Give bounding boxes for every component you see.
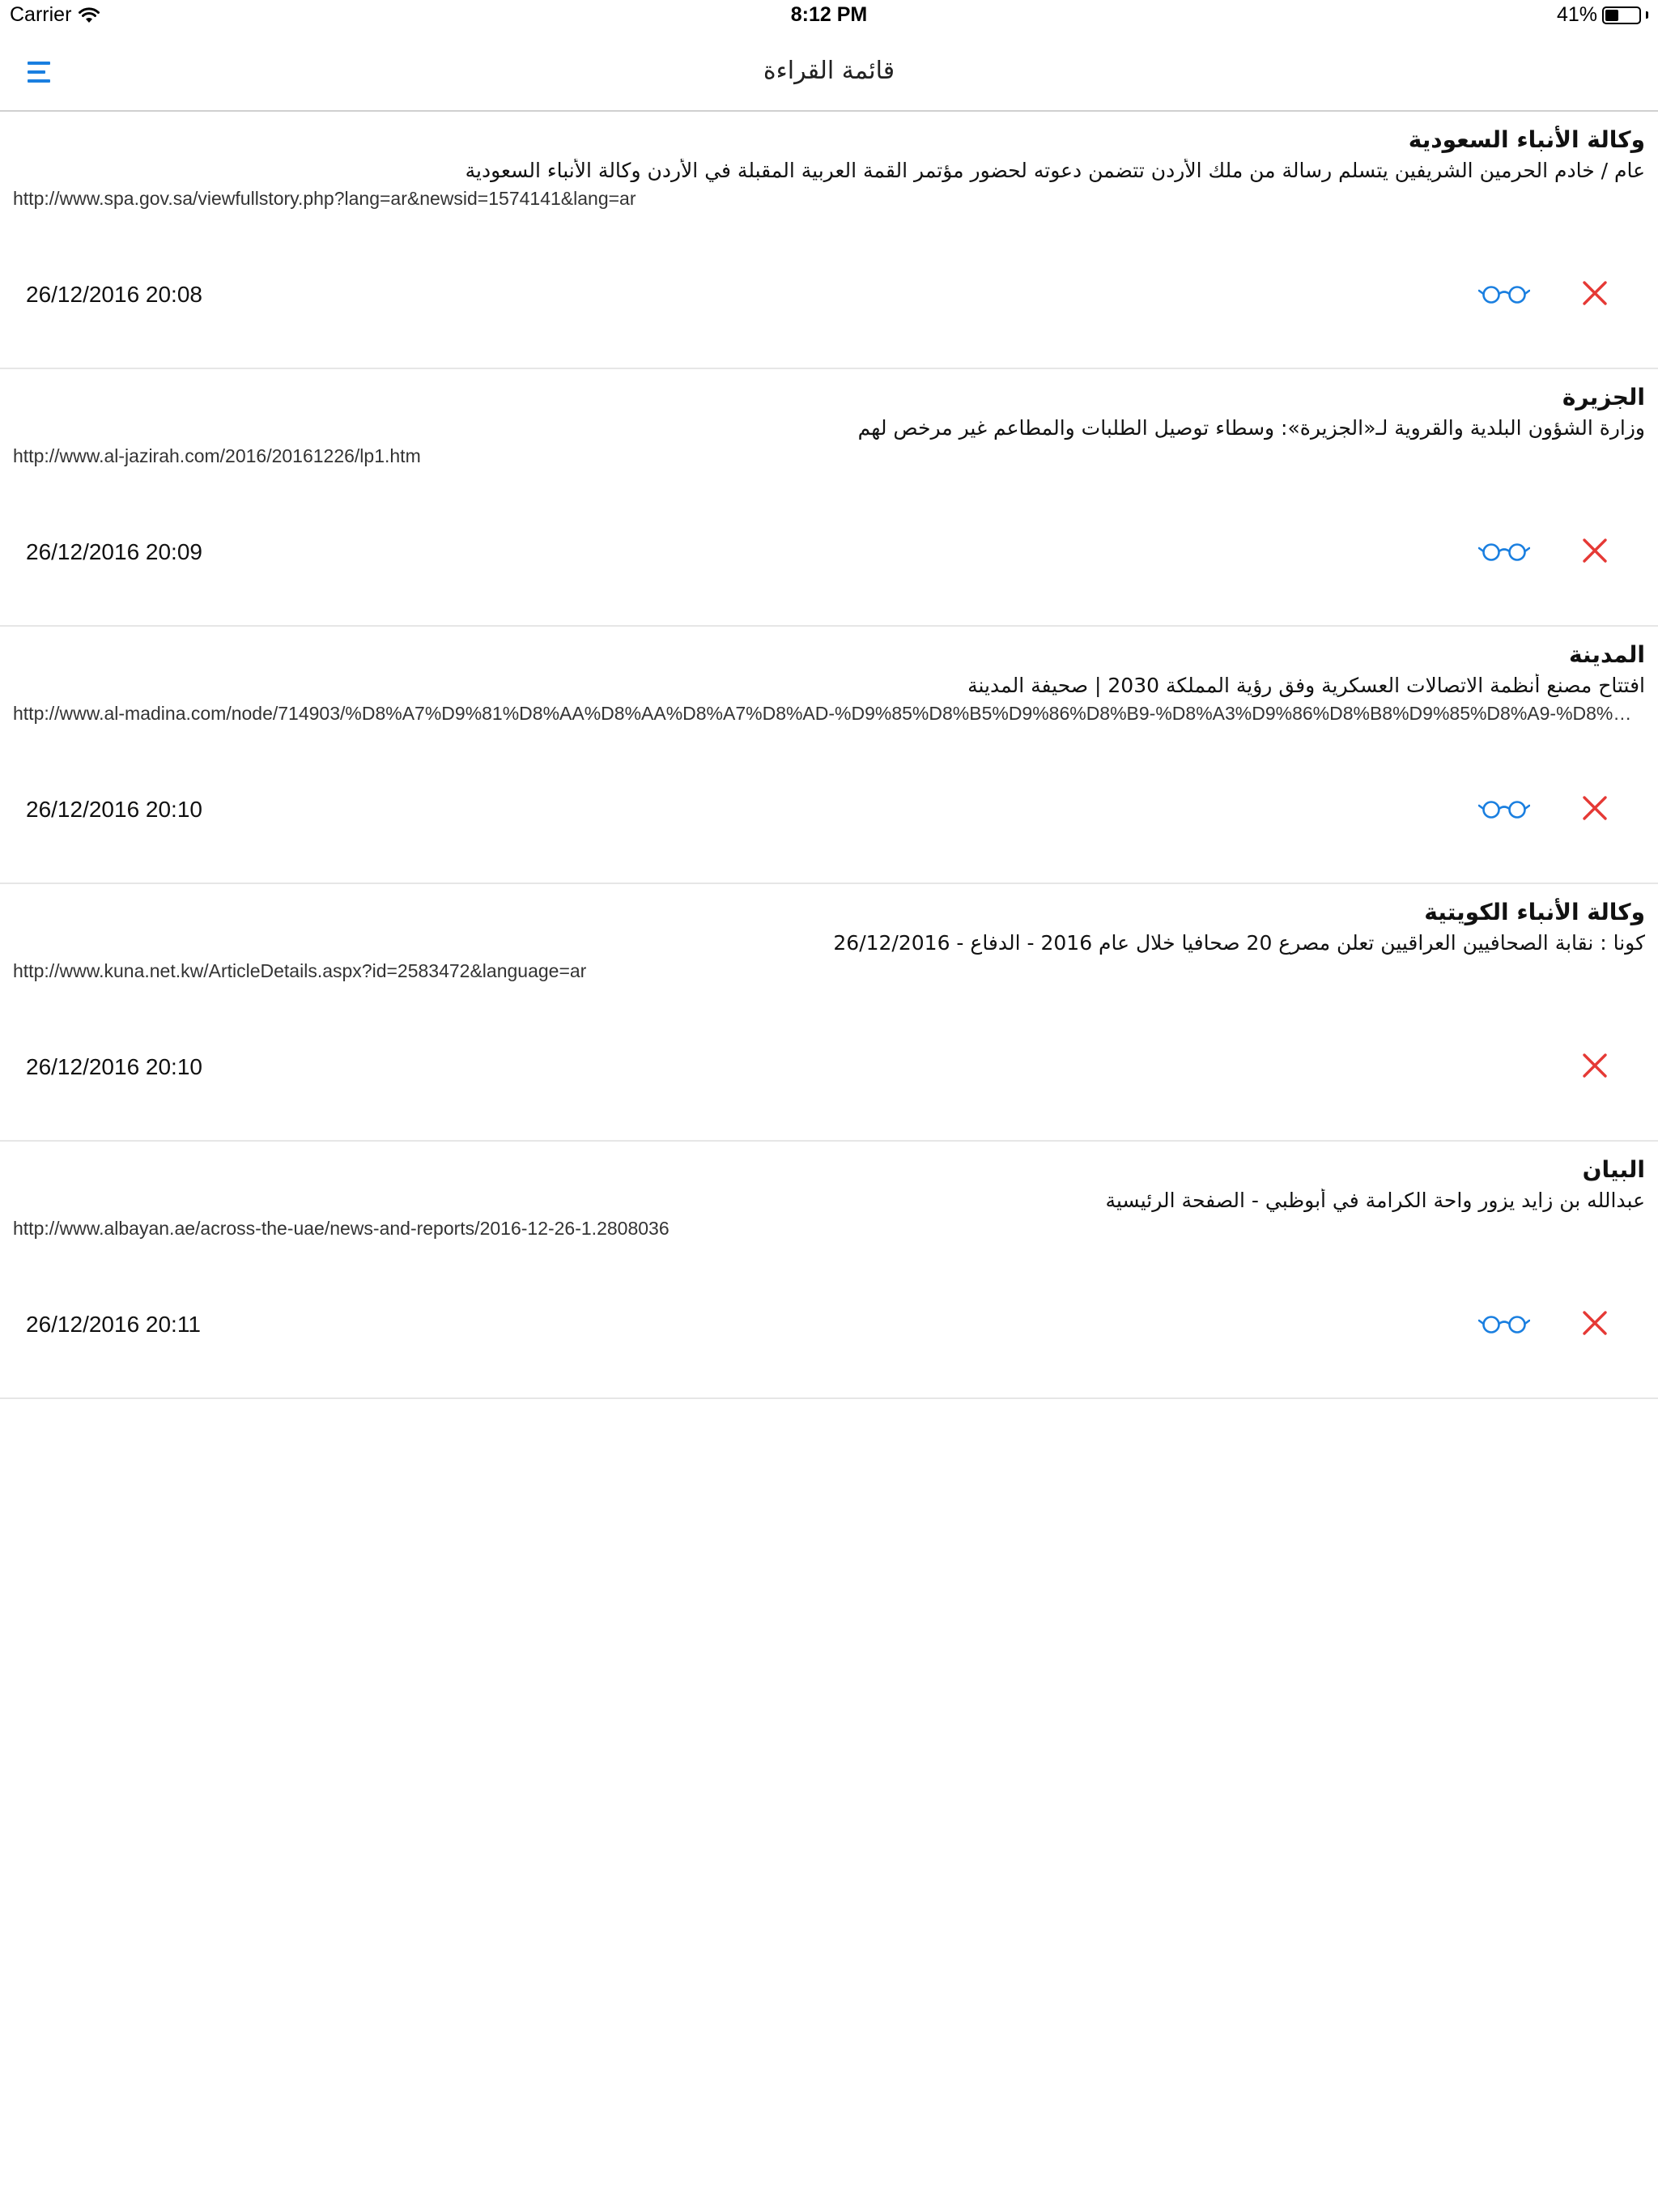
navigation-bar: قائمة القراءة: [0, 32, 1658, 112]
battery-icon: [1602, 6, 1641, 24]
item-url[interactable]: http://www.spa.gov.sa/viewfullstory.php?…: [13, 188, 1640, 210]
close-icon: [1583, 796, 1607, 820]
glasses-icon: [1477, 543, 1531, 561]
item-source: الجزيرة: [1562, 384, 1645, 410]
read-button[interactable]: [1477, 795, 1531, 824]
status-bar: Carrier 8:12 PM 41%: [0, 0, 1658, 32]
delete-button[interactable]: [1580, 1051, 1609, 1080]
list-item[interactable]: وكالة الأنباء الكويتية كونا : نقابة الصح…: [0, 884, 1658, 1142]
battery-level-fill: [1605, 9, 1619, 21]
item-title[interactable]: وزارة الشؤون البلدية والقروية لـ«الجزيرة…: [18, 416, 1645, 440]
status-time: 8:12 PM: [790, 3, 868, 26]
battery-percent: 41%: [1556, 3, 1597, 26]
item-source: المدينة: [1569, 641, 1645, 668]
delete-button[interactable]: [1580, 536, 1609, 565]
item-url[interactable]: http://www.al-jazirah.com/2016/20161226/…: [13, 445, 1640, 467]
list-item[interactable]: المدينة افتتاح مصنع أنظمة الاتصالات العس…: [0, 627, 1658, 884]
page-title: قائمة القراءة: [763, 57, 895, 85]
item-source: البيان: [1582, 1156, 1645, 1183]
item-url[interactable]: http://www.kuna.net.kw/ArticleDetails.as…: [13, 960, 1640, 982]
item-source: وكالة الأنباء الكويتية: [1424, 899, 1645, 925]
delete-button[interactable]: [1580, 279, 1609, 308]
item-date: 26/12/2016 20:11: [26, 1312, 201, 1337]
delete-button[interactable]: [1580, 793, 1609, 823]
list-item[interactable]: الجزيرة وزارة الشؤون البلدية والقروية لـ…: [0, 369, 1658, 627]
close-icon: [1583, 281, 1607, 305]
item-title[interactable]: كونا : نقابة الصحافيين العراقيين تعلن مص…: [18, 931, 1645, 955]
read-button[interactable]: [1477, 538, 1531, 567]
item-source: وكالة الأنباء السعودية: [1408, 126, 1645, 153]
delete-button[interactable]: [1580, 1308, 1609, 1338]
item-date: 26/12/2016 20:08: [26, 282, 202, 307]
close-icon: [1583, 1311, 1607, 1335]
item-title[interactable]: افتتاح مصنع أنظمة الاتصالات العسكرية وفق…: [18, 674, 1645, 697]
glasses-icon: [1477, 801, 1531, 819]
glasses-icon: [1477, 1316, 1531, 1334]
item-url[interactable]: http://www.albayan.ae/across-the-uae/new…: [13, 1218, 1640, 1240]
close-icon: [1583, 1053, 1607, 1078]
battery-tip: [1646, 11, 1648, 19]
item-date: 26/12/2016 20:09: [26, 539, 202, 564]
read-button[interactable]: [1477, 280, 1531, 309]
item-url[interactable]: http://www.al-madina.com/node/714903/%D8…: [13, 703, 1640, 725]
close-icon: [1583, 538, 1607, 563]
list-item[interactable]: البيان عبدالله بن زايد يزور واحة الكرامة…: [0, 1142, 1658, 1399]
reading-list: وكالة الأنباء السعودية عام / خادم الحرمي…: [0, 112, 1658, 1399]
list-item[interactable]: وكالة الأنباء السعودية عام / خادم الحرمي…: [0, 112, 1658, 369]
item-title[interactable]: عام / خادم الحرمين الشريفين يتسلم رسالة …: [18, 159, 1645, 182]
glasses-icon: [1477, 286, 1531, 304]
read-button[interactable]: [1477, 1310, 1531, 1339]
item-title[interactable]: عبدالله بن زايد يزور واحة الكرامة في أبو…: [18, 1189, 1645, 1212]
item-date: 26/12/2016 20:10: [26, 1054, 202, 1079]
item-date: 26/12/2016 20:10: [26, 797, 202, 822]
battery-indicator: 41%: [1557, 3, 1648, 27]
